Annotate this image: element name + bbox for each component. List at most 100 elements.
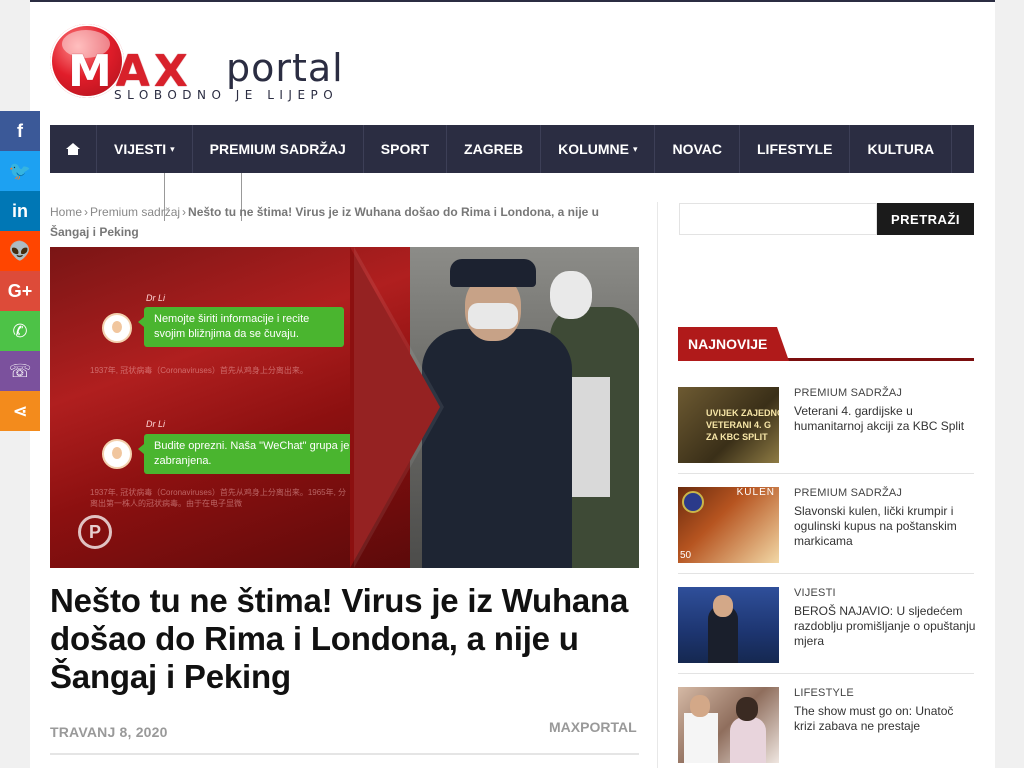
linkedin-icon: in [12,200,28,221]
reddit-icon: 👽 [8,240,32,261]
person-head [736,697,758,721]
chat-background-text: 1937年, 冠状病毒（Coronaviruses）首先从鸡身上分离出来。196… [90,488,347,508]
linkedin-share-button[interactable]: in [0,191,40,231]
breadcrumb-separator: › [84,205,89,219]
post-title[interactable]: Veterani 4. gardijske u humanitarnoj akc… [794,404,976,434]
watermark-logo-icon: P [78,515,112,549]
post-title[interactable]: The show must go on: Unatoč krizi zabava… [794,704,976,734]
person-head [690,695,710,717]
post-thumbnail[interactable] [678,687,779,763]
officer-figure [422,329,572,568]
twitter-share-button[interactable]: 🐦 [0,151,40,191]
doctor-avatar-icon [102,439,132,469]
home-icon [66,143,80,155]
social-share-bar: f 🐦 in 👽 G+ ✆ ☏ ⋖ [0,111,40,431]
nav-item-vijesti[interactable]: VIJESTI ▾ [97,125,193,221]
google-plus-icon: G+ [7,280,33,301]
sidebar-post[interactable]: LIFESTYLE The show must go on: Unatoč kr… [678,687,974,768]
post-category[interactable]: PREMIUM SADRŽAJ [794,487,902,499]
chevron-down-icon: ▾ [170,143,175,154]
doctor-avatar-icon [102,313,132,343]
post-category[interactable]: VIJESTI [794,587,836,599]
person-figure [730,717,766,763]
share-icon: ⋖ [12,400,28,421]
sidebar-post[interactable]: UVIJEK ZAJEDNO VETERANI 4. G ZA KBC SPLI… [678,387,974,475]
chat-background-text: 1937年, 冠状病毒（Coronaviruses）首先从鸡身上分离出来。 [90,366,308,375]
thumbnail-text: KULEN [736,487,775,498]
reddit-share-button[interactable]: 👽 [0,231,40,271]
column-divider [657,202,658,768]
nav-item-kultura[interactable]: KULTURA [850,125,953,173]
logo-slogan: SLOBODNO JE LIJEPO [114,88,339,102]
nav-item-label: KOLUMNE [558,141,629,157]
logo-portal-text: portal [226,46,344,90]
post-thumbnail[interactable]: KULEN 50 [678,487,779,563]
article-author[interactable]: MAXPORTAL [549,719,637,735]
site-logo[interactable]: MAX portal SLOBODNO JE LIJEPO [50,24,360,106]
najnovije-section-header: NAJNOVIJE [678,327,974,361]
facebook-icon: f [17,120,23,141]
share-button[interactable]: ⋖ [0,391,40,431]
divider [678,473,974,474]
post-category[interactable]: PREMIUM SADRŽAJ [794,387,902,399]
chat-bubble: Budite oprezni. Naša "WeChat" grupa je z… [138,434,364,474]
article-title: Nešto tu ne štima! Virus je iz Wuhana do… [50,582,629,695]
thumbnail-text: UVIJEK ZAJEDNO VETERANI 4. G ZA KBC SPLI… [706,408,779,442]
viber-share-button[interactable]: ☏ [0,351,40,391]
nav-item-premium-sadrzaj[interactable]: PREMIUM SADRŽAJ [193,125,364,221]
chat-bubble: Nemojte širiti informacije i recite svoj… [138,307,344,347]
nav-item-label: LIFESTYLE [757,141,833,157]
nav-item-label: NOVAC [672,141,722,157]
main-navigation: VIJESTI ▾ PREMIUM SADRŽAJ SPORT ZAGREB K… [50,125,974,221]
post-category[interactable]: LIFESTYLE [794,687,854,699]
post-thumbnail[interactable]: UVIJEK ZAJEDNO VETERANI 4. G ZA KBC SPLI… [678,387,779,463]
arrow-highlight [354,247,444,568]
person-head [550,271,592,319]
officer-cap [450,259,536,287]
whatsapp-share-button[interactable]: ✆ [0,311,40,351]
nav-item-label: PREMIUM SADRŽAJ [209,141,346,157]
search-button[interactable]: PRETRAŽI [877,203,974,235]
breadcrumb: Home › Premium sadržaj › Nešto tu ne štima! … [50,202,640,242]
sidebar-post[interactable]: KULEN 50 PREMIUM SADRŽAJ Slavonski kulen… [678,487,974,575]
section-title: NAJNOVIJE [678,327,778,361]
chat-sender-name: Dr Li [146,293,166,303]
page-container: MAX portal SLOBODNO JE LIJEPO VIJESTI ▾ … [30,2,995,768]
nav-item-zagreb[interactable]: ZAGREB [447,125,542,173]
post-title[interactable]: Slavonski kulen, lički krumpir i ogulins… [794,504,976,549]
nav-item-kolumne[interactable]: KOLUMNE ▾ [541,125,656,173]
nav-item-label: KULTURA [867,141,935,157]
face-mask [468,303,518,329]
nav-home-button[interactable] [50,125,97,173]
divider [50,753,639,755]
nav-item-label: SPORT [380,141,430,157]
featured-image[interactable]: 1937年, 冠状病毒（Coronaviruses）首先从鸡身上分离出来。 19… [50,247,639,568]
google-plus-share-button[interactable]: G+ [0,271,40,311]
divider [678,573,974,574]
breadcrumb-separator: › [182,205,187,219]
breadcrumb-category-link[interactable]: Premium sadržaj [90,205,180,219]
viber-icon: ☏ [8,360,32,381]
person-head [713,595,733,617]
post-thumbnail[interactable] [678,587,779,663]
whatsapp-icon: ✆ [12,320,28,341]
sidebar-post[interactable]: VIJESTI BEROŠ NAJAVIO: U sljedećem razdo… [678,587,976,675]
stamp-value: 50 [680,550,692,561]
article-date: TRAVANJ 8, 2020 [50,724,168,740]
breadcrumb-home-link[interactable]: Home [50,205,82,219]
twitter-icon: 🐦 [8,160,32,181]
facebook-share-button[interactable]: f [0,111,40,151]
search-input[interactable] [679,203,877,235]
nav-item-sport[interactable]: SPORT [364,125,448,173]
divider [678,673,974,674]
nav-item-label: VIJESTI [114,141,167,157]
stamp-emblem-icon [682,491,704,513]
person-figure [684,713,718,763]
section-title-tip [777,327,789,361]
chat-sender-name: Dr Li [146,419,166,429]
nav-item-lifestyle[interactable]: LIFESTYLE [740,125,851,173]
nav-item-novac[interactable]: NOVAC [655,125,740,173]
post-title[interactable]: BEROŠ NAJAVIO: U sljedećem razdoblju pro… [794,604,976,649]
nav-item-label: ZAGREB [464,141,524,157]
chevron-down-icon: ▾ [632,143,638,154]
